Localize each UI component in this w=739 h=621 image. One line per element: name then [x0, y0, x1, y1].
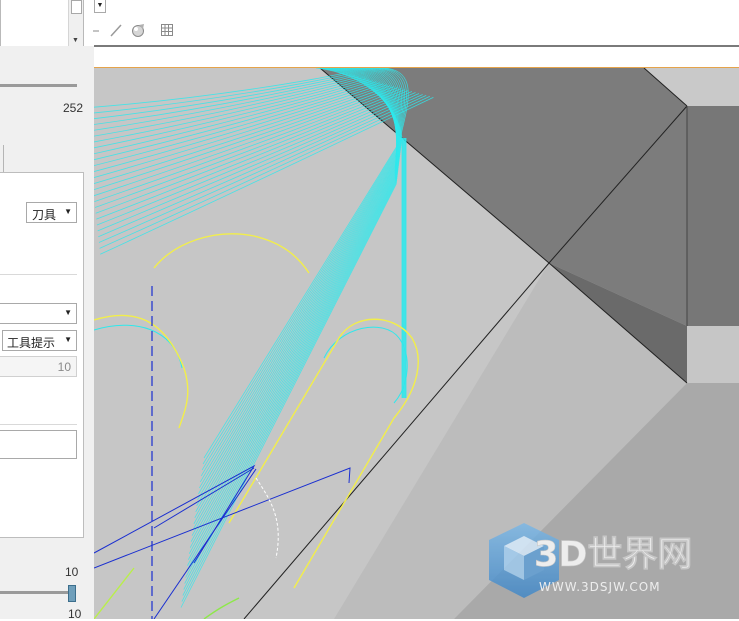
- slider-thumb[interactable]: [68, 585, 76, 602]
- chevron-down-icon: ▼: [64, 335, 72, 344]
- readonly-value: 10: [57, 360, 71, 374]
- chevron-down-icon: ▼: [64, 207, 72, 216]
- 3d-viewport[interactable]: 3D世界网 WWW.3DSJW.COM: [94, 68, 739, 619]
- line-icon[interactable]: [108, 22, 124, 38]
- watermark-url: WWW.3DSJW.COM: [539, 580, 661, 594]
- toolbar-divider: [94, 45, 739, 47]
- toolbar: ▼ ▼: [0, 0, 739, 49]
- right-dark-face: [687, 106, 739, 326]
- tooltip-select[interactable]: 工具提示 ▼: [2, 330, 77, 351]
- dash-icon[interactable]: [89, 22, 105, 38]
- readonly-field: 10: [0, 356, 77, 377]
- slider-track[interactable]: [0, 84, 77, 87]
- slider-track-2[interactable]: [0, 591, 75, 594]
- scroll-down-arrow-icon[interactable]: ▼: [72, 37, 79, 44]
- panel-tab[interactable]: [0, 145, 4, 173]
- slider-max-label: 10: [65, 565, 79, 579]
- list-scrollbar[interactable]: ▼: [68, 0, 83, 48]
- tooltip-select-label: 工具提示: [7, 336, 56, 350]
- options-group: [0, 172, 84, 538]
- sphere-icon[interactable]: [130, 22, 146, 38]
- grid-icon[interactable]: [159, 22, 175, 38]
- model-view[interactable]: 3D世界网 WWW.3DSJW.COM: [94, 68, 739, 619]
- divider: [0, 274, 77, 275]
- text-input[interactable]: [0, 430, 77, 459]
- divider: [0, 424, 77, 425]
- scroll-thumb[interactable]: [71, 0, 82, 14]
- toolbar-dropdown-arrow-icon[interactable]: ▼: [94, 0, 106, 13]
- slider-value: 252: [63, 101, 84, 115]
- chevron-down-icon: ▼: [64, 308, 72, 317]
- tool-select[interactable]: 刀具 ▼: [26, 202, 77, 223]
- watermark-title: 3D世界网: [534, 535, 692, 575]
- option-select[interactable]: ▼: [0, 303, 77, 324]
- list-box[interactable]: ▼: [0, 0, 84, 49]
- tool-select-label: 刀具: [32, 208, 57, 222]
